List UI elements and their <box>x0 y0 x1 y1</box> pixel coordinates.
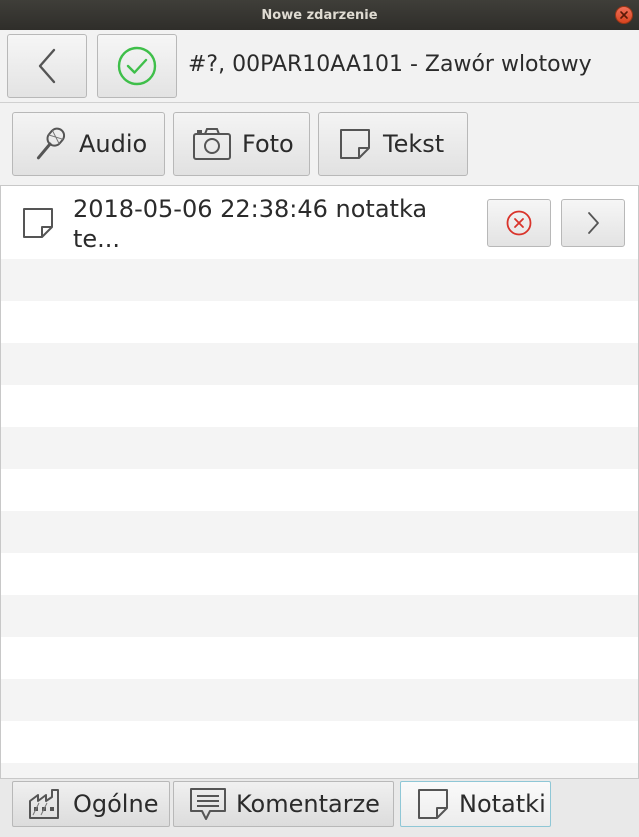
tab-general[interactable]: Ogólne <box>12 781 170 827</box>
tab-comments-label: Komentarze <box>236 790 380 818</box>
text-label: Tekst <box>383 130 445 158</box>
text-button[interactable]: Tekst <box>318 112 468 176</box>
comment-icon <box>190 788 226 820</box>
empty-row <box>1 259 638 301</box>
chevron-right-icon <box>588 212 599 234</box>
tab-notes[interactable]: Notatki <box>400 781 551 827</box>
event-title: #?, 00PAR10AA101 - Zawór wlotowy <box>188 52 592 77</box>
bottom-tab-bar: Ogólne Komentarze Notatki <box>0 778 639 837</box>
empty-row <box>1 679 638 721</box>
empty-row <box>1 427 638 469</box>
note-icon <box>23 208 53 238</box>
camera-icon <box>193 128 231 160</box>
photo-button[interactable]: Foto <box>173 112 310 176</box>
confirm-button[interactable] <box>97 34 177 98</box>
tab-comments[interactable]: Komentarze <box>173 781 394 827</box>
delete-note-button[interactable] <box>487 199 551 247</box>
app-window: Nowe zdarzenie #?, 00PAR10AA101 - Zawór … <box>0 0 639 837</box>
title-bar: Nowe zdarzenie <box>0 0 639 30</box>
audio-button[interactable]: Audio <box>12 112 165 176</box>
empty-row <box>1 595 638 637</box>
list-item[interactable]: 2018-05-06 22:38:46 notatka te... <box>1 186 638 259</box>
tab-general-label: Ogólne <box>73 790 159 818</box>
factory-icon <box>29 789 59 819</box>
delete-circle-icon <box>506 210 532 236</box>
photo-label: Foto <box>242 130 294 158</box>
note-icon <box>418 789 448 819</box>
notes-list: 2018-05-06 22:38:46 notatka te... <box>0 186 639 778</box>
back-button[interactable] <box>7 34 87 98</box>
tab-notes-label: Notatki <box>459 790 546 818</box>
check-circle-icon <box>117 46 157 86</box>
note-icon <box>340 129 370 159</box>
microphone-icon <box>36 127 66 160</box>
open-note-button[interactable] <box>561 199 625 247</box>
empty-row <box>1 343 638 385</box>
audio-label: Audio <box>79 130 148 158</box>
empty-row <box>1 511 638 553</box>
window-title: Nowe zdarzenie <box>261 7 378 23</box>
note-text: 2018-05-06 22:38:46 notatka te... <box>73 195 428 253</box>
window-close-button[interactable] <box>615 6 633 24</box>
header: #?, 00PAR10AA101 - Zawór wlotowy <box>0 30 639 103</box>
chevron-left-icon <box>38 48 56 84</box>
close-icon <box>620 11 628 19</box>
empty-row <box>1 763 638 778</box>
attachment-toolbar: Audio Foto Tekst <box>0 103 639 186</box>
